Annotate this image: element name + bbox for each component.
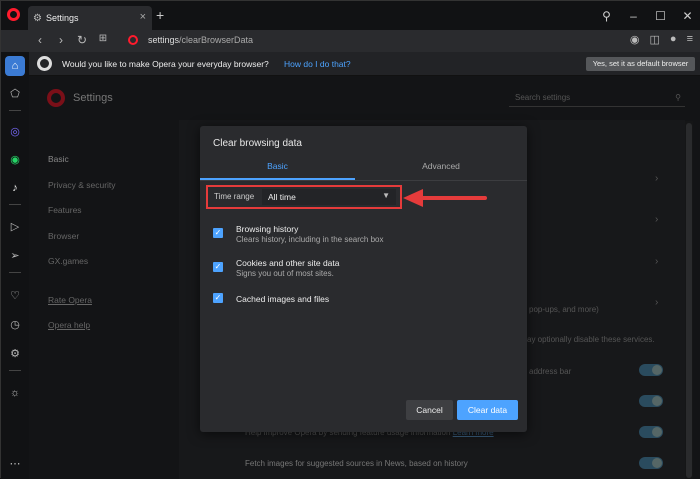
tab-strip: ⚙ Settings × + ⚲ – ☐ ✕ bbox=[1, 1, 700, 30]
default-browser-infobar: Would you like to make Opera your everyd… bbox=[29, 52, 700, 76]
forward-icon[interactable]: › bbox=[53, 33, 69, 47]
camera-icon[interactable]: ◉ bbox=[630, 33, 640, 46]
address-bar-actions: ◉ ◫ ● ≡ bbox=[630, 33, 693, 46]
cookies-subtitle: Signs you out of most sites. bbox=[236, 269, 334, 278]
workspaces-icon[interactable]: ⬠ bbox=[5, 84, 25, 104]
opera-logo-icon bbox=[47, 89, 65, 107]
minimize-icon[interactable]: – bbox=[620, 9, 647, 23]
messenger-icon[interactable]: ◎ bbox=[5, 122, 25, 142]
url-host: settings bbox=[148, 35, 180, 45]
new-tab-button[interactable]: + bbox=[156, 7, 164, 23]
bg-text-address-bar: address bar bbox=[529, 367, 572, 376]
search-input[interactable]: Search settings ⚲ bbox=[509, 88, 685, 107]
sidebar-divider bbox=[9, 204, 21, 205]
cookies-title: Cookies and other site data bbox=[236, 258, 340, 268]
settings-header: Settings Search settings ⚲ bbox=[29, 76, 700, 122]
bulb-icon[interactable]: ☼ bbox=[5, 383, 25, 403]
toggle-switch[interactable] bbox=[639, 364, 663, 376]
opera-help-link[interactable]: Opera help bbox=[48, 320, 116, 346]
cached-images-title: Cached images and files bbox=[236, 294, 330, 304]
chevron-right-icon: › bbox=[655, 173, 659, 184]
sidebar-divider bbox=[9, 370, 21, 371]
annotation-arrow bbox=[403, 189, 487, 207]
site-info-icon[interactable] bbox=[128, 35, 138, 45]
url-path: /clearBrowserData bbox=[179, 35, 254, 45]
close-window-icon[interactable]: ✕ bbox=[674, 9, 700, 23]
browsing-history-subtitle: Clears history, including in the search … bbox=[236, 235, 384, 244]
search-icon: ⚲ bbox=[675, 93, 681, 102]
sidebar: ⌂ ⬠ ◎ ◉ ♪ ▷ ➢ ♡ ◷ ⚙ ☼ ⋯ bbox=[1, 52, 29, 479]
cookies-checkbox[interactable]: ✓ bbox=[213, 262, 223, 272]
url-field[interactable]: settings/clearBrowserData bbox=[148, 35, 253, 45]
tab-basic[interactable]: Basic bbox=[200, 161, 355, 179]
search-tabs-icon[interactable]: ⚲ bbox=[593, 9, 620, 23]
dialog-title: Clear browsing data bbox=[213, 138, 302, 149]
menu-icon[interactable]: ≡ bbox=[687, 33, 693, 46]
more-icon[interactable]: ⋯ bbox=[5, 454, 25, 474]
close-tab-icon[interactable]: × bbox=[140, 11, 146, 23]
time-range-highlight: Time range All time ▼ bbox=[206, 185, 402, 209]
set-default-button[interactable]: Yes, set it as default browser bbox=[586, 57, 695, 71]
window-controls: ⚲ – ☐ ✕ bbox=[593, 1, 700, 30]
time-range-select[interactable]: All time ▼ bbox=[262, 189, 396, 205]
chevron-right-icon: › bbox=[655, 256, 659, 267]
browsing-history-title: Browsing history bbox=[236, 224, 299, 234]
toggle-switch[interactable] bbox=[639, 457, 663, 469]
nav-item-basic[interactable]: Basic bbox=[48, 154, 116, 180]
maximize-icon[interactable]: ☐ bbox=[647, 9, 674, 23]
tab-divider bbox=[200, 180, 527, 181]
history-icon[interactable]: ◷ bbox=[5, 315, 25, 335]
tab-title: Settings bbox=[45, 13, 79, 23]
nav-item-features[interactable]: Features bbox=[48, 205, 116, 231]
bg-text-disable: ay optionally disable these services. bbox=[527, 335, 655, 344]
chevron-right-icon: › bbox=[655, 214, 659, 225]
gear-icon: ⚙ bbox=[33, 12, 42, 24]
tab-settings[interactable]: ⚙ Settings × bbox=[28, 6, 152, 30]
back-icon[interactable]: ‹ bbox=[32, 33, 48, 47]
tab-grid-icon[interactable]: ⊞ bbox=[95, 33, 111, 44]
reload-icon[interactable]: ↻ bbox=[74, 33, 90, 47]
time-range-label: Time range bbox=[214, 192, 255, 201]
player-icon[interactable]: ▷ bbox=[5, 217, 25, 237]
scrollbar-thumb[interactable] bbox=[686, 123, 692, 478]
whatsapp-icon[interactable]: ◉ bbox=[5, 150, 25, 170]
toggle-switch[interactable] bbox=[639, 395, 663, 407]
browsing-history-checkbox[interactable]: ✓ bbox=[213, 228, 223, 238]
rate-opera-link[interactable]: Rate Opera bbox=[48, 295, 116, 321]
bg-text-popups: pop-ups, and more) bbox=[529, 305, 599, 314]
browser-window: ⚙ Settings × + ⚲ – ☐ ✕ ‹ › ↻ ⊞ settings/… bbox=[0, 0, 700, 479]
bg-text-fetch-images: Fetch images for suggested sources in Ne… bbox=[245, 459, 468, 468]
settings-nav: Basic Privacy & security Features Browse… bbox=[48, 154, 116, 346]
cached-images-checkbox[interactable]: ✓ bbox=[213, 293, 223, 303]
home-icon[interactable]: ⌂ bbox=[5, 56, 25, 76]
send-icon[interactable]: ➢ bbox=[5, 246, 25, 266]
nav-item-gxgames[interactable]: GX.games bbox=[48, 256, 116, 282]
how-to-link[interactable]: How do I do that? bbox=[284, 59, 351, 69]
profile-icon[interactable]: ● bbox=[670, 33, 677, 46]
tiktok-icon[interactable]: ♪ bbox=[5, 178, 25, 198]
sidebar-divider bbox=[9, 272, 21, 273]
page-title: Settings bbox=[73, 92, 113, 104]
cancel-button[interactable]: Cancel bbox=[406, 400, 453, 420]
settings-gear-icon[interactable]: ⚙ bbox=[5, 344, 25, 364]
sidebar-divider bbox=[9, 110, 21, 111]
address-bar: ‹ › ↻ ⊞ settings/clearBrowserData ◉ ◫ ● … bbox=[1, 30, 700, 52]
lucid-mode-icon[interactable]: ◫ bbox=[650, 33, 660, 46]
caret-down-icon: ▼ bbox=[382, 191, 390, 200]
clear-data-button[interactable]: Clear data bbox=[457, 400, 518, 420]
scrollbar[interactable] bbox=[685, 121, 693, 479]
infobar-question: Would you like to make Opera your everyd… bbox=[62, 59, 269, 69]
nav-item-privacy[interactable]: Privacy & security bbox=[48, 180, 116, 206]
clear-browsing-data-dialog: Clear browsing data Basic Advanced Time … bbox=[200, 126, 527, 432]
opera-logo-icon bbox=[37, 56, 52, 71]
tab-advanced[interactable]: Advanced bbox=[355, 161, 527, 179]
heart-icon[interactable]: ♡ bbox=[5, 286, 25, 306]
search-placeholder: Search settings bbox=[515, 93, 571, 102]
nav-item-browser[interactable]: Browser bbox=[48, 231, 116, 257]
toggle-switch[interactable] bbox=[639, 426, 663, 438]
time-range-value: All time bbox=[268, 192, 296, 202]
opera-menu-icon[interactable] bbox=[7, 8, 20, 21]
